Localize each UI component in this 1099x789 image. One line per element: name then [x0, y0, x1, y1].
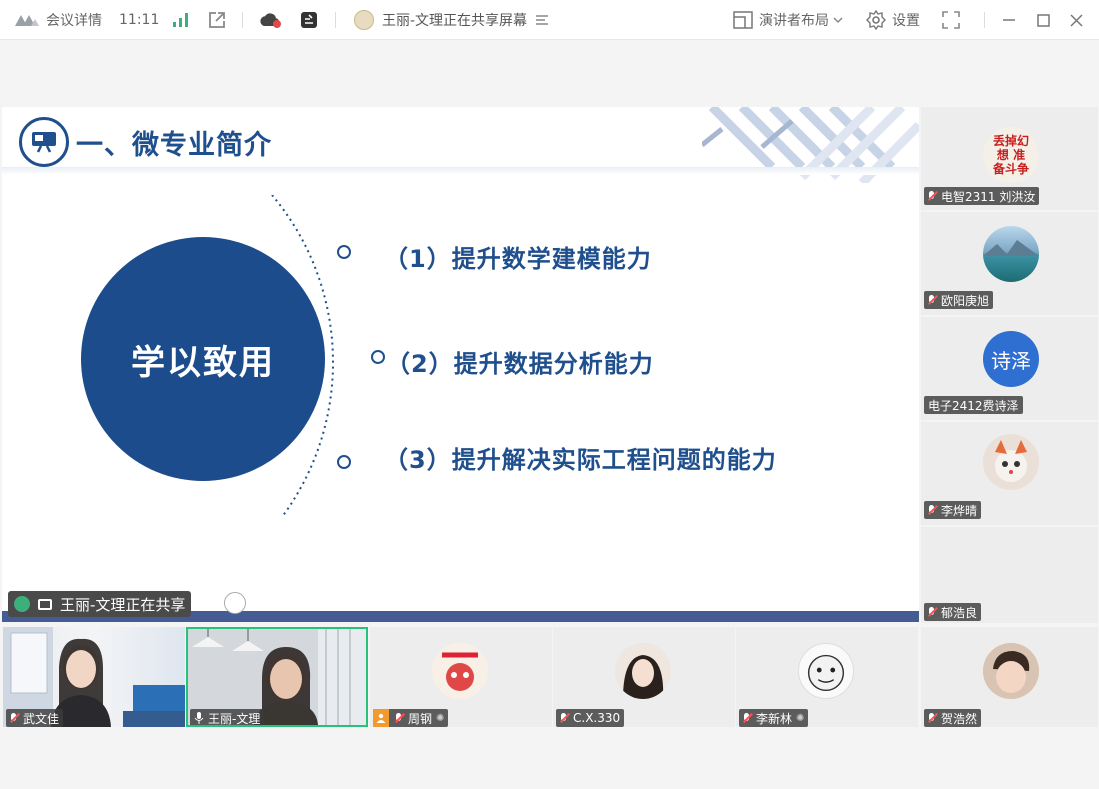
gear-icon [866, 10, 886, 30]
popout-window-icon[interactable] [208, 0, 226, 40]
mic-muted-icon [741, 712, 753, 724]
slide-title-icon [19, 117, 69, 167]
avatar [432, 643, 488, 699]
mic-muted-icon [393, 712, 405, 724]
avatar [983, 226, 1039, 282]
participant-tile[interactable]: 李烨晴 [921, 422, 1098, 525]
screen-share-icon [38, 598, 52, 610]
participant-name: 贺浩然 [941, 711, 978, 726]
participant-name-tag: C.X.330 [556, 709, 625, 727]
mic-muted-icon [926, 504, 938, 516]
point-2: （2）提升数据分析能力 [386, 350, 654, 378]
host-badge-icon [373, 709, 389, 727]
participant-tile[interactable]: C.X.330 [553, 627, 735, 727]
participant-name: 李烨晴 [941, 503, 978, 518]
avatar [983, 434, 1039, 490]
minimize-icon[interactable] [1002, 0, 1016, 40]
avatar: 丢掉幻想 准备斗争 [983, 127, 1039, 183]
sharing-status[interactable]: 王丽-文理正在共享屏幕 [354, 0, 549, 40]
avatar [615, 643, 671, 699]
title-rule-accent [2, 167, 919, 175]
point-3: （3）提升解决实际工程问题的能力 [384, 446, 777, 474]
participant-name: 王丽-文理 [208, 711, 261, 726]
connector-arc [271, 195, 385, 518]
participant-name-tag: 王丽-文理 [190, 709, 265, 726]
mic-muted-icon [926, 712, 938, 724]
presenter-layout-button[interactable]: 演讲者布局 [733, 0, 843, 40]
chevron-down-icon [833, 17, 843, 24]
participant-name-tag: 武文佳 [6, 709, 64, 727]
connecting-icon: ✺ [796, 712, 805, 724]
participant-name: 欧阳庚旭 [941, 293, 990, 308]
participant-name-tag: 欧阳庚旭 [924, 291, 994, 309]
mic-muted-icon [926, 294, 938, 306]
avatar-text: 诗泽 [991, 348, 1031, 373]
meeting-details-label: 会议详情 [46, 13, 102, 29]
annotate-icon[interactable] [224, 592, 246, 614]
divider [335, 12, 336, 28]
app-logo-icon [15, 15, 39, 26]
meeting-time: 11:11 [119, 12, 160, 28]
participant-name: 电子2412费诗泽 [928, 398, 1019, 413]
participant-name-tag: 电子2412费诗泽 [924, 396, 1023, 414]
network-signal-icon[interactable] [172, 0, 190, 40]
avatar [983, 643, 1039, 699]
participant-tile[interactable]: 丢掉幻想 准备斗争 电智2311 刘洪汝 [921, 107, 1098, 210]
settings-button[interactable]: 设置 [866, 0, 920, 40]
participant-name-tag: 贺浩然 [924, 709, 982, 727]
sharing-indicator: 王丽-文理正在共享 [8, 591, 192, 617]
avatar [798, 643, 854, 699]
participant-name: 李新林 [756, 711, 793, 726]
notes-icon[interactable] [300, 0, 318, 40]
participant-name-tag: 电智2311 刘洪汝 [924, 187, 1040, 205]
participant-tile[interactable]: 周钢 ✺ [370, 627, 552, 727]
presenter-layout-label: 演讲者布局 [759, 13, 829, 29]
slide-section-title: 一、微专业简介 [76, 130, 272, 161]
participant-tile[interactable]: 郁浩良 [921, 527, 1098, 623]
list-icon [536, 15, 549, 25]
mic-muted-icon [926, 190, 938, 202]
divider [984, 12, 985, 28]
participant-name: 郁浩良 [941, 605, 978, 620]
layout-icon [733, 11, 753, 29]
avatar-text: 丢掉幻想 准备斗争 [992, 134, 1029, 176]
sharing-notice: 王丽-文理正在共享屏幕 [382, 13, 528, 29]
avatar: 诗泽 [983, 331, 1039, 387]
mic-muted-icon [558, 712, 570, 724]
meeting-details-button[interactable]: 会议详情 [14, 0, 102, 40]
participant-video-tile[interactable]: 武文佳 [3, 627, 185, 727]
participant-tile[interactable]: 李新林 ✺ [736, 627, 918, 727]
participant-name: 武文佳 [23, 711, 60, 726]
participant-tile[interactable]: 诗泽 电子2412费诗泽 [921, 317, 1098, 420]
connecting-icon: ✺ [436, 712, 445, 724]
participant-name: C.X.330 [573, 711, 621, 725]
close-icon[interactable] [1070, 0, 1083, 40]
divider [242, 12, 243, 28]
presenter-avatar [354, 10, 374, 30]
active-speaker-tile[interactable]: 王丽-文理 [186, 627, 368, 727]
participant-tile[interactable]: 欧阳庚旭 [921, 212, 1098, 315]
participant-name-tag: 郁浩良 [924, 603, 982, 621]
maximize-icon[interactable] [1037, 0, 1050, 40]
participant-name: 电智2311 刘洪汝 [941, 189, 1036, 204]
core-concept-text: 学以致用 [131, 342, 275, 383]
settings-label: 设置 [892, 13, 920, 29]
mic-muted-icon [8, 712, 20, 724]
participant-tile[interactable]: 贺浩然 [921, 627, 1098, 727]
participant-name-tag: 周钢 ✺ [373, 709, 449, 727]
participant-name-tag: 李烨晴 [924, 501, 982, 519]
mic-on-icon [194, 712, 204, 724]
mic-muted-icon [926, 606, 938, 618]
participant-name: 周钢 [408, 711, 433, 726]
title-bar: 会议详情 11:11 王丽-文理正在共享屏幕 演讲者布局 设置 [0, 0, 1099, 40]
sharing-indicator-label: 王丽-文理正在共享 [60, 595, 186, 614]
cloud-recording-icon[interactable] [258, 0, 282, 40]
shared-screen[interactable]: 一、微专业简介 学以致用 （1）提升数学建模能力 （2）提升数据分析能力 （3）… [2, 107, 919, 622]
mic-on-icon [14, 596, 30, 612]
fullscreen-icon[interactable] [942, 0, 960, 40]
participant-name-tag: 李新林 ✺ [739, 709, 809, 727]
point-1: （1）提升数学建模能力 [384, 245, 652, 273]
